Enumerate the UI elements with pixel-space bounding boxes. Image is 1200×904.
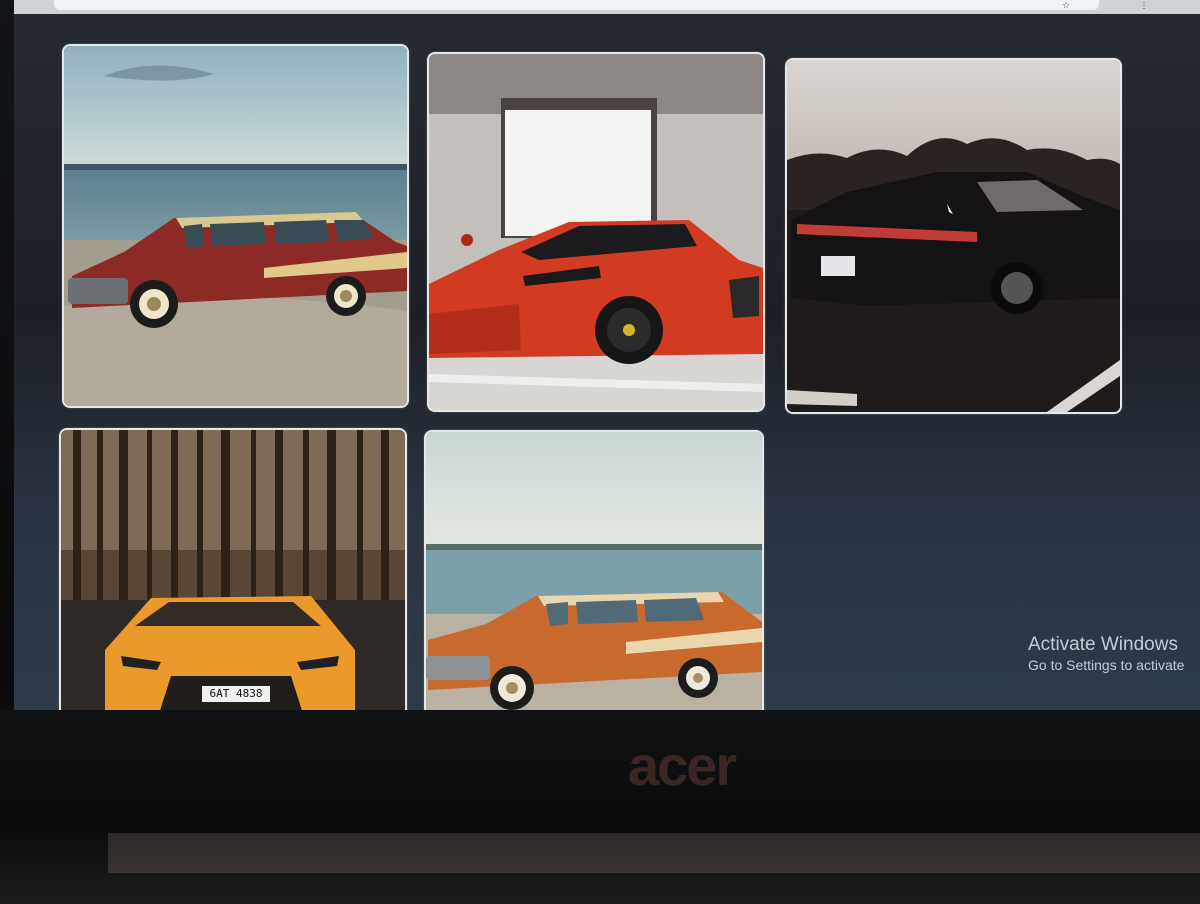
activation-watermark: Activate Windows Go to Settings to activ… <box>1028 634 1184 674</box>
gallery-image-4[interactable]: 6AT 4838 <box>59 428 407 710</box>
gallery-image-2[interactable] <box>427 52 765 412</box>
classic-wagon-photo <box>64 46 407 406</box>
keyboard-deck-edge <box>108 833 1200 873</box>
license-plate: 6AT 4838 <box>209 687 263 700</box>
classic-wagon-orange-photo <box>426 432 762 710</box>
orange-supercar-photo <box>61 430 405 710</box>
watermark-subtitle: Go to Settings to activate <box>1028 657 1185 673</box>
gallery-image-3[interactable] <box>785 58 1122 414</box>
svg-text:acer: acer <box>628 735 736 797</box>
gallery-image-1[interactable] <box>62 44 409 408</box>
browser-toolbar: ☆ ⋮ <box>14 0 1200 14</box>
screen: ☆ ⋮ 6AT 4838 Activate Windows Go to Sett… <box>14 0 1200 710</box>
address-bar[interactable] <box>54 0 1099 10</box>
acer-logo: acer <box>628 735 738 797</box>
watermark-title: Activate Windows <box>1028 634 1178 655</box>
laptop-lower-bezel <box>0 710 1200 904</box>
red-supercar-photo <box>429 54 763 410</box>
star-icon[interactable]: ☆ <box>1060 0 1072 10</box>
menu-icon[interactable]: ⋮ <box>1138 0 1150 10</box>
gallery-image-5[interactable] <box>424 430 764 710</box>
dark-sedan-photo <box>787 60 1120 412</box>
